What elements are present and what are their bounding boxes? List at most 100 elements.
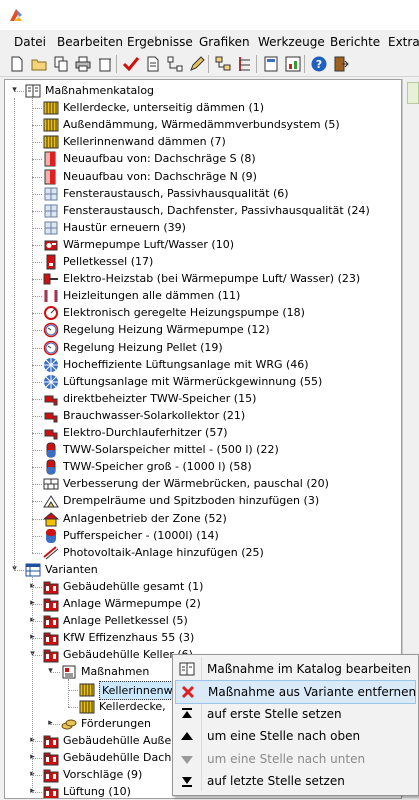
tree-connector (32, 535, 42, 537)
right-pane-tab[interactable] (407, 82, 419, 104)
context-menu-item-label: Maßnahme aus Variante entfernen (208, 685, 417, 700)
tree-item-measure-label: Elektro-Heizstab (bei Wärmepumpe Luft/ W… (63, 272, 361, 286)
print-icon[interactable] (74, 55, 92, 73)
delete-icon[interactable] (96, 55, 114, 73)
tree-item-variant-label: KfW Effizenzhaus 55 (3) (63, 631, 195, 645)
toolbar-separator (256, 55, 257, 73)
pipe-insulation-icon (43, 288, 59, 304)
tree-connector (32, 381, 42, 383)
tree-item-measure-label: Pufferspeicher - (1000l) (14) (63, 528, 219, 542)
tree-item-measure-label: Elektro-Durchlauferhitzer (57) (63, 426, 228, 439)
insulation-icon (43, 100, 59, 116)
tap-icon (43, 408, 59, 424)
tree-connector (68, 689, 78, 691)
tree-item-measure-label: Neuaufbau von: Dachschräge N (9) (63, 169, 257, 183)
tree-connector (32, 433, 42, 434)
tree-item-variant-label: Anlage Pelletkessel (5) (63, 614, 188, 628)
tree-connector (32, 450, 42, 452)
menu-werkzeuge[interactable]: Werkzeuge (258, 35, 325, 49)
tree-connector (32, 621, 42, 623)
buffer-tank-icon (43, 528, 59, 544)
app-logo-icon (10, 9, 22, 21)
open-folder-icon[interactable] (30, 55, 48, 73)
tree-item-variant-label: Anlage Wärmepumpe (2) (63, 597, 201, 610)
tree-connector (50, 723, 60, 725)
list-tree-icon[interactable] (236, 55, 254, 73)
tree-connector (32, 159, 42, 161)
insulation-icon (43, 134, 59, 150)
check-icon[interactable] (122, 55, 140, 73)
tree-connector (32, 501, 42, 503)
tree-item-measure-label: Drempelräume und Spitzboden hinzufügen (… (63, 494, 320, 508)
tree-connector (32, 586, 42, 588)
insulation-icon (79, 682, 95, 698)
tree-connector (32, 638, 42, 640)
tree-item-measure-label: Außendämmung, Wärmedämmverbundsystem (5) (63, 118, 340, 132)
tree-connector (32, 142, 42, 144)
tree-item-measures-label: Maßnahmen (81, 665, 150, 679)
roof-slope-icon (43, 151, 59, 167)
tree-connector (32, 740, 42, 742)
tree-item-measure-label: direktbeheizter TWW-Speicher (15) (63, 391, 257, 405)
help-icon[interactable]: ? (310, 55, 328, 73)
window-icon (43, 186, 59, 202)
tree-connector (32, 244, 42, 246)
context-menu-item[interactable]: auf letzte Stelle setzen (175, 770, 414, 792)
tree-item-measure-label: Haustür erneuern (39) (63, 220, 186, 234)
report-icon[interactable] (262, 55, 280, 73)
roof-slope-icon (43, 169, 59, 185)
menu-bar: Datei Bearbeiten Ergebnisse Grafiken Wer… (0, 31, 419, 52)
tree-item-measure-label: Wärmepumpe Luft/Wasser (10) (63, 237, 234, 251)
tree-item-measure-label: Kellerdecke, unterseitig dämmen (1) (63, 101, 265, 115)
heat-pump-icon (43, 237, 59, 253)
pen-icon[interactable] (188, 55, 206, 73)
document-icon[interactable] (144, 55, 162, 73)
menu-berichte[interactable]: Berichte (330, 35, 380, 49)
tree-expand-icon[interactable] (214, 55, 232, 73)
red-folder-icon (43, 767, 59, 783)
tree-guide (14, 98, 15, 570)
exit-icon[interactable] (332, 55, 350, 73)
tree-item-measure-label: Anlagenbetrieb der Zone (52) (63, 511, 227, 525)
fan-icon (43, 357, 59, 373)
move-last-icon (179, 773, 195, 789)
tree-item-measure-label: Lüftungsanlage mit Wärmerückgewinnung (5… (63, 374, 323, 388)
new-file-icon[interactable] (8, 55, 26, 73)
chart-report-icon[interactable] (284, 55, 302, 73)
menu-ergebnisse[interactable]: Ergebnisse (127, 35, 193, 49)
tree-item-measure-label: TWW-Speicher groß - (1000 l) (58) (63, 460, 252, 474)
tree-connector (32, 364, 42, 366)
tree-connector (32, 193, 42, 195)
context-menu-item[interactable]: Maßnahme aus Variante entfernen (175, 680, 417, 705)
tree-connector (32, 108, 42, 110)
menu-datei[interactable]: Datei (14, 35, 46, 49)
tree-item-variants-label: Varianten (45, 562, 98, 576)
tree-connector (14, 569, 24, 571)
context-menu-item: um eine Stelle nach unten (175, 748, 414, 770)
context-menu-item[interactable]: um eine Stelle nach oben (175, 725, 414, 747)
pv-icon (43, 545, 59, 561)
menu-grafiken[interactable]: Grafiken (199, 35, 250, 49)
gauge-icon (43, 322, 59, 338)
toolbar: ? (0, 52, 419, 77)
book-icon (25, 83, 41, 99)
boiler-icon (43, 254, 59, 270)
red-folder-icon (43, 784, 59, 798)
tree-item-measure-label: Regelung Heizung Wärmepumpe (12) (63, 323, 270, 337)
tank-icon (43, 459, 59, 475)
tree-connector (32, 775, 42, 776)
toolbar-separator (208, 55, 209, 73)
tree-connector (68, 706, 78, 708)
measures-icon (61, 664, 77, 680)
structure-icon[interactable] (166, 55, 184, 73)
context-menu-item-label: um eine Stelle nach unten (207, 751, 366, 766)
menu-extras[interactable]: Extras (388, 35, 419, 49)
tree-connector (32, 552, 42, 554)
copy-icon[interactable] (52, 55, 70, 73)
tree-connector (50, 672, 60, 674)
menu-bearbeiten[interactable]: Bearbeiten (57, 35, 123, 49)
context-menu-item[interactable]: auf erste Stelle setzen (175, 703, 414, 725)
move-first-icon (179, 706, 195, 722)
context-menu-item[interactable]: Maßnahme im Katalog bearbeiten (175, 658, 414, 680)
tree-connector (32, 792, 42, 794)
